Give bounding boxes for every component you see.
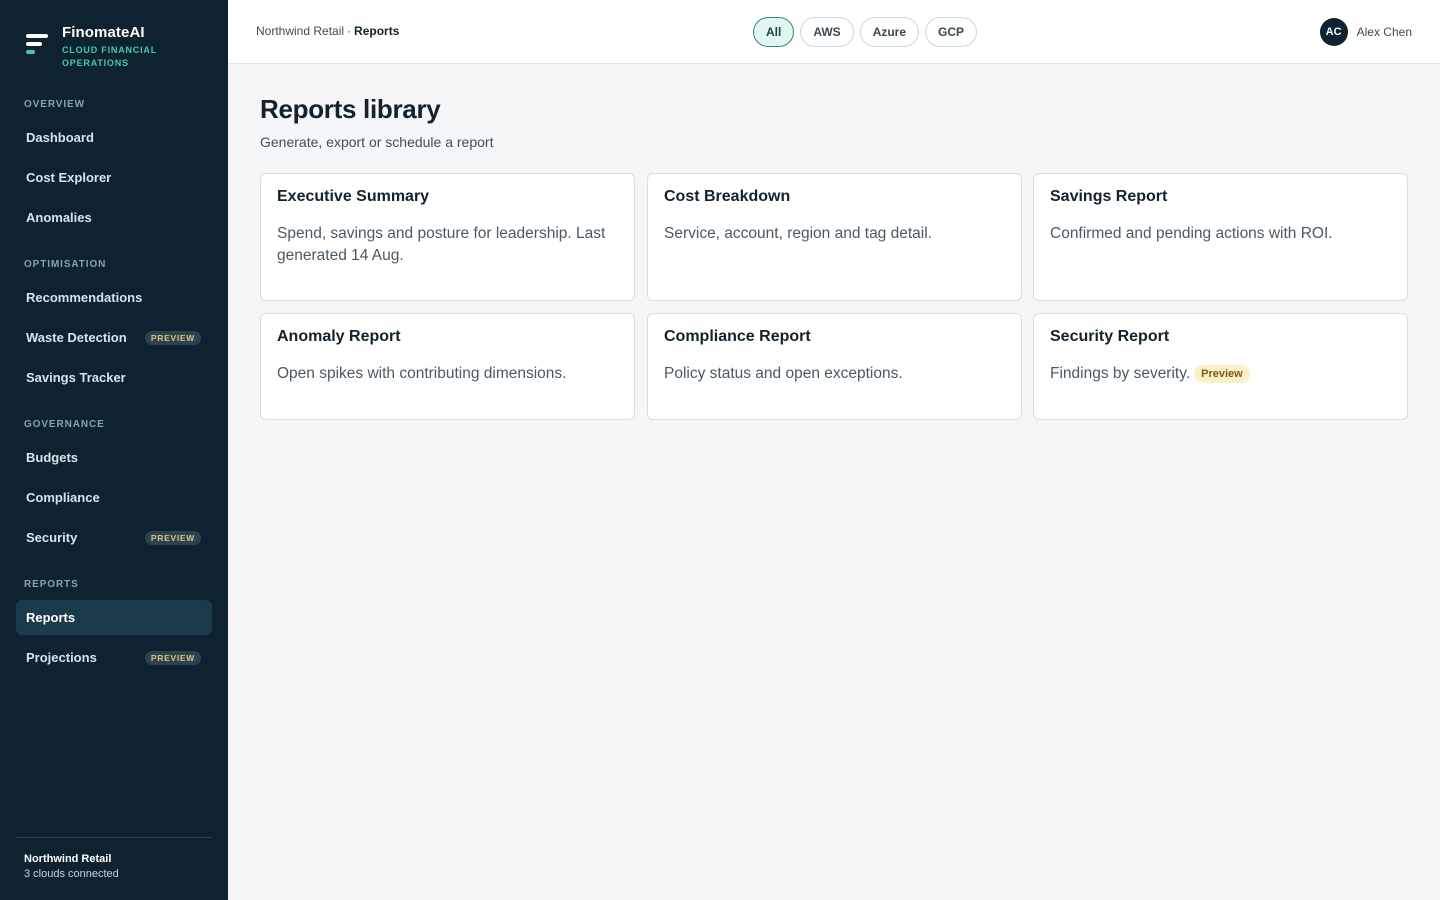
top-header: Northwind Retail · Reports All AWS Azure G… (228, 0, 1440, 64)
sidebar-item-label: Waste Detection (26, 330, 127, 345)
sidebar-item-cost-explorer[interactable]: Cost Explorer (16, 160, 212, 195)
report-card-title: Cost Breakdown (664, 188, 791, 205)
user-name: Alex Chen (1356, 25, 1412, 39)
sidebar-item-anomalies[interactable]: Anomalies (16, 200, 212, 235)
sidebar-item-security[interactable]: Security PREVIEW (16, 520, 212, 555)
brand-tagline: CLOUD FINANCIAL OPERATIONS (62, 45, 157, 68)
sidebar-item-label: Security (26, 530, 78, 545)
sidebar-item-label: Projections (26, 650, 97, 665)
brand-name: FinomateAI (62, 24, 145, 41)
preview-badge: PREVIEW (144, 330, 201, 345)
sidebar-item-label: Compliance (26, 490, 100, 505)
filter-gcp-button[interactable]: GCP (925, 17, 978, 47)
sidebar-item-savings-tracker[interactable]: Savings Tracker (16, 360, 212, 395)
finomate-logo-icon (26, 34, 50, 58)
report-card-description-row: Findings by severity. Preview (1050, 363, 1391, 385)
sidebar-item-label: Recommendations (26, 290, 143, 305)
filter-aws-button[interactable]: AWS (800, 17, 854, 47)
breadcrumb: Northwind Retail · Reports (256, 24, 399, 38)
report-card-savings-report[interactable]: Savings Report Confirmed and pending act… (1033, 173, 1408, 301)
breadcrumb-org[interactable]: Northwind Retail (256, 24, 344, 38)
report-card-cost-breakdown[interactable]: Cost Breakdown Service, account, region … (647, 173, 1022, 301)
preview-badge: PREVIEW (144, 650, 201, 665)
report-card-description: Confirmed and pending actions with ROI. (1050, 225, 1333, 242)
report-card-title: Security Report (1050, 328, 1170, 345)
sidebar-item-compliance[interactable]: Compliance (16, 480, 212, 515)
page-title: Reports library (260, 94, 441, 124)
sidebar-item-label: Dashboard (26, 130, 94, 145)
cloud-filter-group: All AWS Azure GCP (753, 17, 978, 47)
org-connection-status: 3 clouds connected (24, 868, 119, 880)
report-card-title: Anomaly Report (277, 328, 401, 345)
sidebar-item-projections[interactable]: Projections PREVIEW (16, 640, 212, 675)
nav-section-governance: GOVERNANCE (24, 419, 105, 430)
nav-section-reports: REPORTS (24, 579, 79, 590)
preview-badge: PREVIEW (144, 530, 201, 545)
sidebar-item-budgets[interactable]: Budgets (16, 440, 212, 475)
report-card-description: Open spikes with contributing dimensions… (277, 365, 567, 382)
org-name: Northwind Retail (24, 853, 112, 865)
breadcrumb-current: Reports (354, 24, 400, 38)
report-card-description: Spend, savings and posture for leadershi… (277, 225, 606, 264)
report-card-executive-summary[interactable]: Executive Summary Spend, savings and pos… (260, 173, 635, 301)
report-card-description: Service, account, region and tag detail. (664, 225, 932, 242)
breadcrumb-separator: · (347, 24, 352, 38)
sidebar-item-label: Cost Explorer (26, 170, 112, 185)
sidebar-item-reports[interactable]: Reports (16, 600, 212, 635)
avatar: AC (1319, 18, 1348, 46)
report-card-security-report[interactable]: Security Report Findings by severity. Pre… (1033, 313, 1408, 420)
sidebar: FinomateAI CLOUD FINANCIAL OPERATIONS OV… (0, 0, 228, 900)
sidebar-item-label: Reports (26, 610, 76, 625)
nav-section-overview: OVERVIEW (24, 99, 85, 110)
report-card-title: Compliance Report (664, 328, 811, 345)
report-card-anomaly-report[interactable]: Anomaly Report Open spikes with contribu… (260, 313, 635, 420)
sidebar-item-label: Budgets (26, 450, 78, 465)
report-card-description: Policy status and open exceptions. (664, 365, 903, 382)
page-subtitle: Generate, export or schedule a report (260, 134, 494, 150)
sidebar-divider (16, 837, 212, 838)
sidebar-item-waste-detection[interactable]: Waste Detection PREVIEW (16, 320, 212, 355)
brand[interactable]: FinomateAI CLOUD FINANCIAL OPERATIONS (26, 24, 162, 70)
sidebar-item-label: Savings Tracker (26, 370, 126, 385)
nav-section-optimisation: OPTIMISATION (24, 259, 107, 270)
user-menu[interactable]: AC Alex Chen (1319, 18, 1412, 46)
report-card-compliance-report[interactable]: Compliance Report Policy status and open… (647, 313, 1022, 420)
preview-badge: Preview (1194, 365, 1250, 383)
sidebar-item-label: Anomalies (26, 210, 92, 225)
report-card-title: Savings Report (1050, 188, 1168, 205)
filter-azure-button[interactable]: Azure (859, 17, 920, 47)
report-card-title: Executive Summary (277, 188, 430, 205)
report-card-description: Findings by severity. (1050, 365, 1191, 382)
filter-all-button[interactable]: All (753, 17, 795, 47)
sidebar-item-dashboard[interactable]: Dashboard (16, 120, 212, 155)
sidebar-item-recommendations[interactable]: Recommendations (16, 280, 212, 315)
